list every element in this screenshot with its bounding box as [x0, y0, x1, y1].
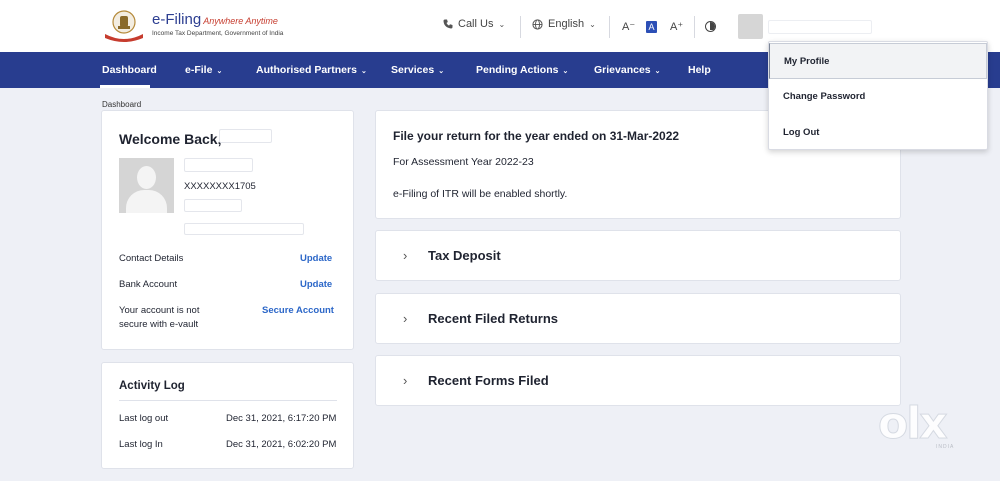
menu-item-my-profile[interactable]: My Profile	[769, 43, 987, 79]
watermark-text: olx	[878, 398, 949, 450]
olx-watermark: olx INDIA	[878, 398, 968, 458]
chevron-right-icon: ›	[403, 311, 408, 326]
recent-forms-filed-accordion[interactable]: › Recent Forms Filed	[375, 355, 901, 406]
chevron-down-icon: ⌄	[360, 68, 367, 75]
user-field-redacted	[184, 158, 253, 172]
nav-help[interactable]: Help	[688, 64, 711, 76]
nav-services[interactable]: Services ⌄	[391, 64, 444, 76]
profile-dropdown-menu: My Profile Change Password Log Out	[768, 41, 988, 150]
welcome-card: Welcome Back, XXXXXXXX1705 Contact Detai…	[101, 110, 354, 350]
chevron-down-icon: ⌄	[438, 68, 445, 75]
last-login-value: Dec 31, 2021, 6:02:20 PM	[226, 439, 337, 450]
nav-active-indicator	[100, 85, 150, 88]
user-avatar[interactable]	[738, 14, 763, 39]
activity-log-card: Activity Log Last log out Dec 31, 2021, …	[101, 362, 354, 469]
language-selector[interactable]: English ⌄	[532, 18, 596, 30]
pan-number: XXXXXXXX1705	[184, 181, 256, 192]
accordion-label: Tax Deposit	[428, 248, 501, 263]
chevron-down-icon: ⌄	[498, 19, 506, 29]
header-divider	[694, 16, 695, 38]
chevron-down-icon: ⌄	[589, 19, 596, 29]
accordion-label: Recent Forms Filed	[428, 373, 549, 388]
language-label: English	[548, 18, 585, 30]
nav-dashboard[interactable]: Dashboard	[102, 64, 157, 76]
brand-title: e-Filing Anywhere Anytime	[152, 11, 278, 28]
call-us-label: Call Us	[458, 18, 494, 30]
header-divider	[520, 16, 521, 38]
chevron-down-icon: ⌄	[654, 68, 661, 75]
user-field-redacted	[184, 199, 242, 212]
update-bank-link[interactable]: Update	[300, 279, 332, 290]
welcome-title: Welcome Back,	[119, 131, 222, 147]
user-field-redacted	[184, 223, 304, 235]
person-head-shape	[137, 166, 156, 189]
brand-tagline: Anywhere Anytime	[203, 16, 278, 26]
breadcrumb[interactable]: Dashboard	[102, 100, 141, 109]
bank-account-label: Bank Account	[119, 279, 178, 290]
header-divider	[609, 16, 610, 38]
contact-details-label: Contact Details	[119, 253, 184, 264]
chevron-down-icon: ⌄	[216, 68, 223, 75]
secure-account-link[interactable]: Secure Account	[262, 305, 334, 316]
assessment-year-text: For Assessment Year 2022-23	[393, 156, 534, 168]
chevron-right-icon: ›	[403, 248, 408, 263]
font-increase-button[interactable]: A⁺	[670, 20, 683, 33]
activity-log-title: Activity Log	[119, 380, 185, 392]
contrast-toggle-icon[interactable]	[705, 21, 716, 32]
accordion-label: Recent Filed Returns	[428, 311, 559, 326]
national-emblem-icon	[105, 10, 143, 42]
divider	[119, 400, 337, 401]
nav-authorised-partners[interactable]: Authorised Partners ⌄	[256, 64, 367, 76]
update-contact-link[interactable]: Update	[300, 253, 332, 264]
watermark-subtext: INDIA	[936, 444, 955, 450]
phone-icon	[443, 19, 453, 29]
nav-grievances[interactable]: Grievances ⌄	[594, 64, 661, 76]
font-normal-button[interactable]: A	[646, 21, 657, 33]
last-logout-label: Last log out	[119, 413, 169, 424]
brand-department: Income Tax Department, Government of Ind…	[152, 30, 284, 37]
efiling-status-text: e-Filing of ITR will be enabled shortly.	[393, 188, 568, 200]
username-display[interactable]	[768, 20, 872, 34]
chevron-right-icon: ›	[403, 373, 408, 388]
evault-status-text: Your account is not secure with e-vault	[119, 305, 200, 330]
menu-item-change-password[interactable]: Change Password	[769, 79, 987, 115]
file-return-title: File your return for the year ended on 3…	[393, 129, 680, 143]
profile-photo	[119, 158, 174, 213]
user-name-redacted	[219, 129, 272, 143]
last-login-label: Last log In	[119, 439, 163, 450]
nav-efile[interactable]: e-File ⌄	[185, 64, 222, 76]
recent-filed-returns-accordion[interactable]: › Recent Filed Returns	[375, 293, 901, 344]
menu-item-log-out[interactable]: Log Out	[769, 115, 987, 151]
tax-deposit-accordion[interactable]: › Tax Deposit	[375, 230, 901, 281]
nav-pending-actions[interactable]: Pending Actions ⌄	[476, 64, 568, 76]
chevron-down-icon: ⌄	[562, 68, 569, 75]
globe-icon	[532, 18, 543, 30]
person-body-shape	[126, 190, 167, 213]
last-logout-value: Dec 31, 2021, 6:17:20 PM	[226, 413, 337, 424]
font-decrease-button[interactable]: A⁻	[622, 20, 635, 33]
call-us-menu[interactable]: Call Us ⌄	[443, 18, 505, 30]
efiling-logo[interactable]: e-Filing Anywhere Anytime Income Tax Depa…	[100, 8, 284, 44]
